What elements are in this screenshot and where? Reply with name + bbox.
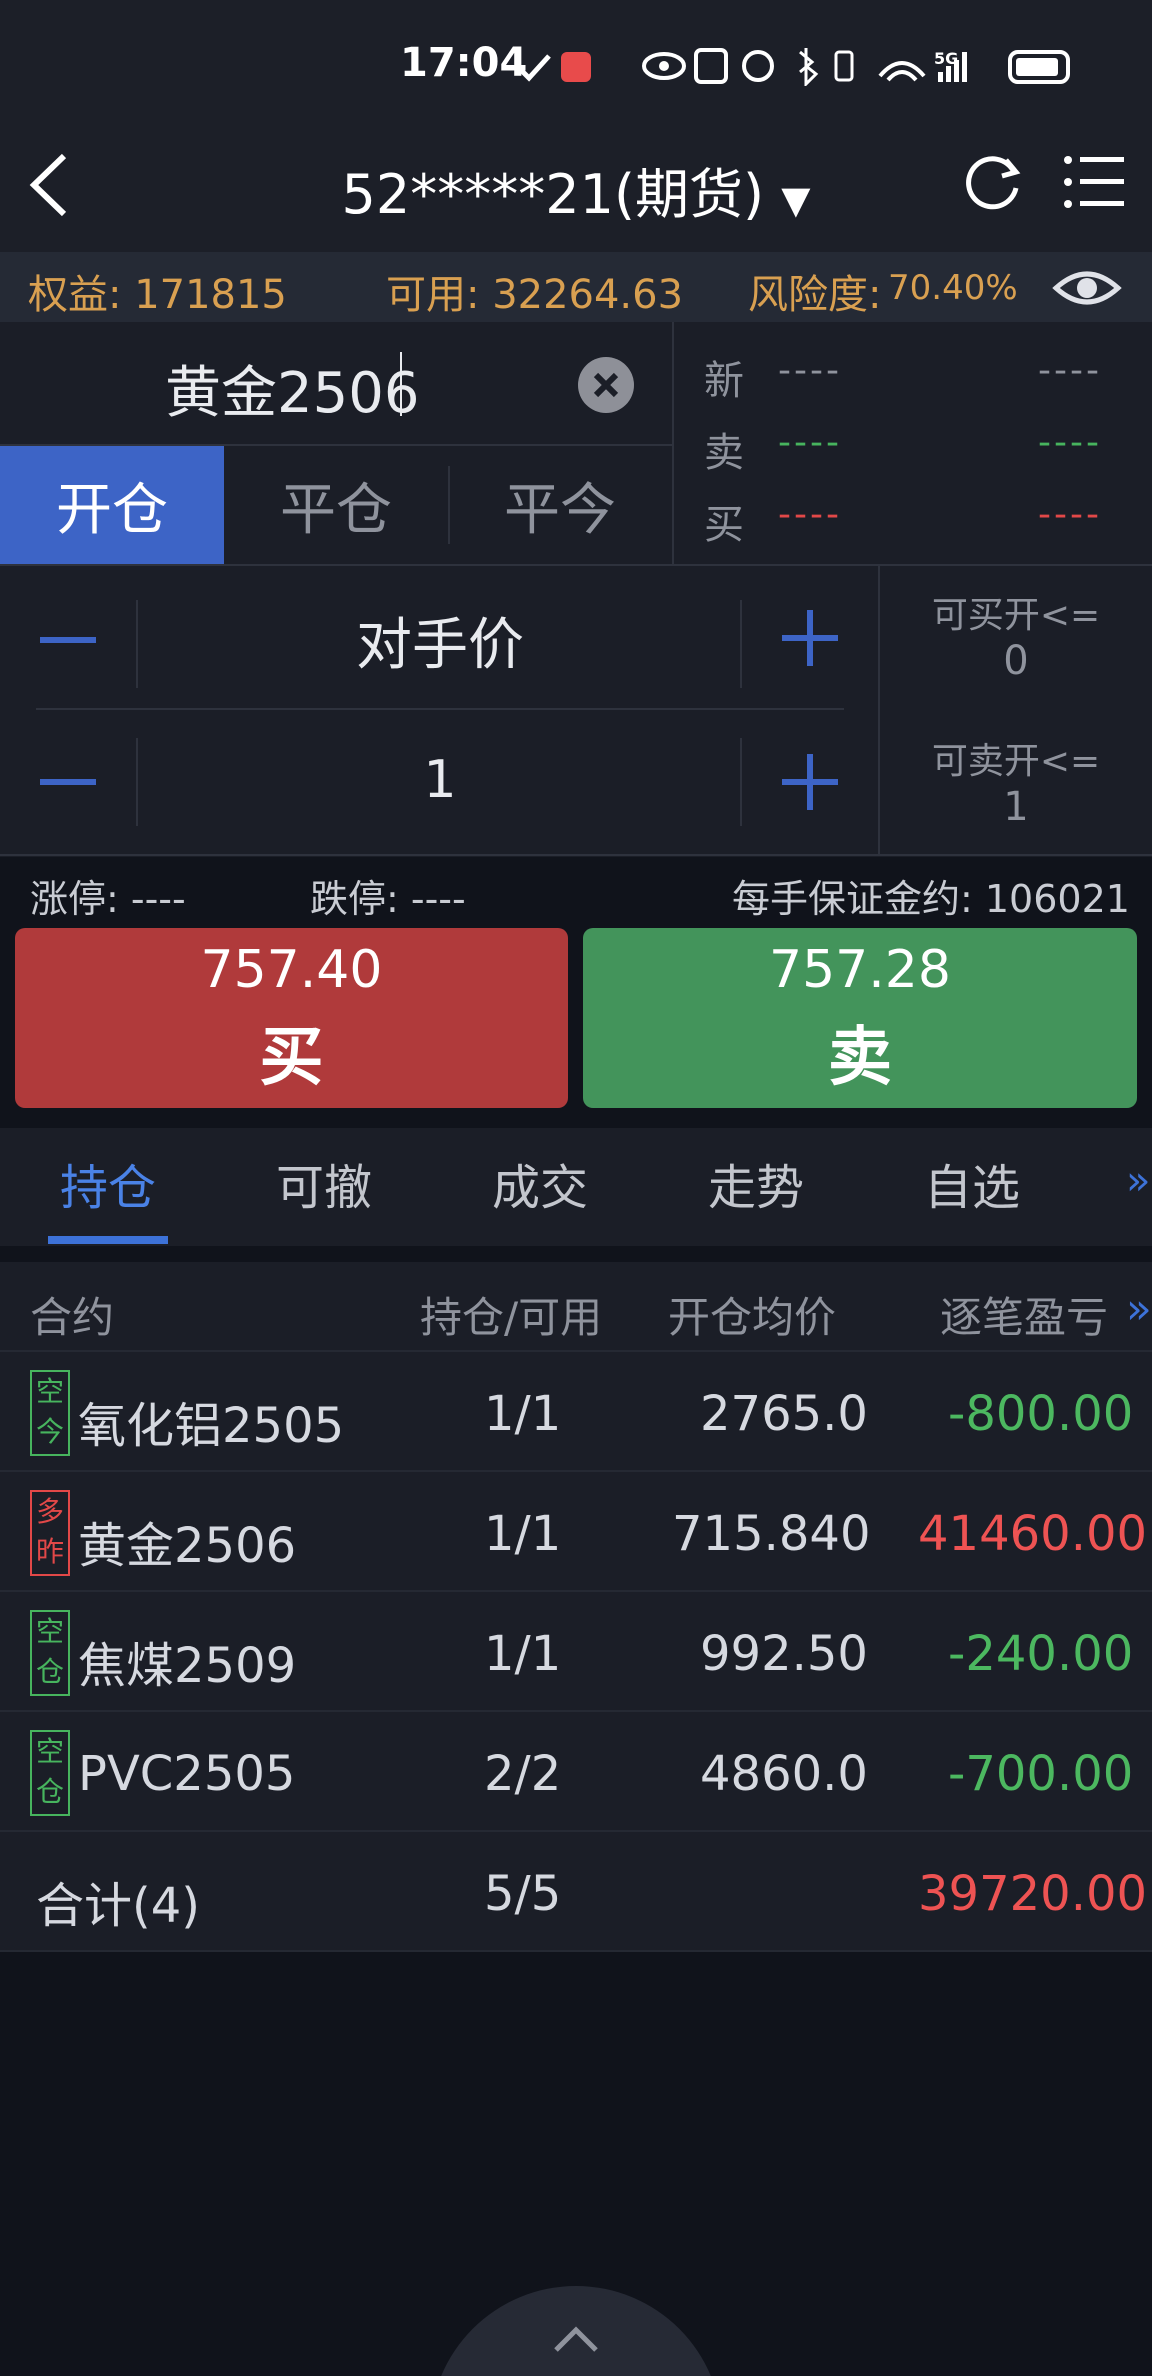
- contract-name: 焦煤2509: [78, 1638, 297, 1694]
- bid-label: 买: [704, 502, 744, 548]
- equity-text: 权益: 171815: [28, 272, 287, 318]
- avg-price: 992.50: [700, 1626, 868, 1682]
- bid-volume-value: ----: [1038, 494, 1102, 535]
- header-position: 持仓/可用: [420, 1293, 603, 1342]
- active-tab-indicator: [48, 1236, 168, 1244]
- latest-price-label: 新: [704, 358, 744, 404]
- quantity-input[interactable]: 1: [140, 750, 740, 810]
- tab-positions[interactable]: 持仓: [60, 1148, 156, 1218]
- eye-icon[interactable]: [1052, 264, 1122, 312]
- header-contract: 合约: [30, 1293, 115, 1342]
- table-row[interactable]: 空仓 PVC2505 2/2 4860.0 -700.00: [0, 1712, 1152, 1832]
- divider: [672, 322, 674, 564]
- text-cursor: [400, 352, 402, 416]
- position-qty: 1/1: [484, 1386, 562, 1442]
- quantity-increase-button[interactable]: [780, 752, 840, 812]
- expand-panel-button[interactable]: [430, 2286, 722, 2376]
- position-tag: 空今: [30, 1370, 70, 1456]
- position-qty: 2/2: [484, 1746, 562, 1802]
- tab-trend[interactable]: 走势: [708, 1148, 804, 1218]
- total-position: 5/5: [484, 1866, 562, 1922]
- margin-text: 每手保证金约: 106021: [732, 877, 1130, 921]
- divider: [740, 600, 742, 688]
- pnl-value: -700.00: [948, 1746, 1134, 1802]
- system-status-icons: 5G: [642, 48, 1070, 86]
- avg-price: 2765.0: [700, 1386, 868, 1442]
- position-qty: 1/1: [484, 1506, 562, 1562]
- can-sell-label: 可卖开<=: [931, 741, 1101, 782]
- avg-price: 715.840: [672, 1506, 871, 1562]
- total-label: 合计(4): [36, 1878, 200, 1934]
- buy-price: 757.40: [200, 940, 383, 1000]
- total-pnl: 39720.00: [918, 1866, 1148, 1922]
- table-row[interactable]: 空仓 焦煤2509 1/1 992.50 -240.00: [0, 1592, 1152, 1712]
- available-text: 可用: 32264.63: [386, 272, 684, 318]
- price-decrease-button[interactable]: [38, 610, 98, 670]
- limit-down-text: 跌停: ----: [310, 877, 466, 921]
- tab-close-position[interactable]: 平仓: [224, 446, 448, 564]
- risk-label: 风险度:: [748, 272, 882, 318]
- divider: [0, 854, 1152, 856]
- tabs-scroll-icon[interactable]: »: [1126, 1158, 1150, 1204]
- more-columns-icon[interactable]: »: [1126, 1284, 1152, 1333]
- price-mode-selector[interactable]: 对手价: [140, 600, 740, 681]
- can-sell-value: 1: [1003, 784, 1029, 830]
- contract-name: 氧化铝2505: [78, 1398, 345, 1454]
- symbol-input-value: 黄金2506: [165, 361, 420, 426]
- contract-name: 黄金2506: [78, 1518, 297, 1574]
- tab-watchlist[interactable]: 自选: [924, 1148, 1020, 1218]
- buy-button[interactable]: 757.40 买: [15, 928, 568, 1108]
- pnl-value: -800.00: [948, 1386, 1134, 1442]
- refresh-icon[interactable]: [962, 152, 1024, 214]
- divider: [36, 708, 844, 710]
- position-tag: 多昨: [30, 1490, 70, 1576]
- table-header: 合约 持仓/可用 开仓均价 逐笔盈亏 »: [0, 1262, 1152, 1352]
- tab-cancellable[interactable]: 可撤: [276, 1148, 372, 1218]
- pnl-value: -240.00: [948, 1626, 1134, 1682]
- sell-price: 757.28: [769, 940, 951, 1000]
- chevron-down-icon: ▼: [781, 178, 811, 222]
- bid-price-value: ----: [778, 494, 842, 535]
- avg-price: 4860.0: [700, 1746, 868, 1802]
- status-time: 17:04: [400, 40, 528, 86]
- table-total-row: 合计(4) 5/5 39720.00: [0, 1832, 1152, 1952]
- divider: [740, 738, 742, 826]
- price-increase-button[interactable]: [780, 608, 840, 668]
- menu-icon[interactable]: [1062, 152, 1126, 212]
- contract-name: PVC2505: [78, 1746, 296, 1802]
- header-avg-price: 开仓均价: [668, 1293, 837, 1342]
- latest-price-value: ----: [778, 350, 842, 391]
- table-row[interactable]: 多昨 黄金2506 1/1 715.840 41460.00: [0, 1472, 1152, 1592]
- clear-icon[interactable]: [578, 357, 634, 413]
- status-app-icons: [517, 52, 591, 82]
- sell-button[interactable]: 757.28 卖: [583, 928, 1137, 1108]
- risk-value: 70.40%: [888, 268, 1018, 308]
- buy-label: 买: [259, 1021, 324, 1095]
- position-tag: 空仓: [30, 1730, 70, 1816]
- can-buy-label: 可买开<=: [931, 595, 1101, 636]
- ask-volume-value: ----: [1038, 422, 1102, 463]
- tab-open-position[interactable]: 开仓: [0, 446, 224, 564]
- table-row[interactable]: 空今 氧化铝2505 1/1 2765.0 -800.00: [0, 1352, 1152, 1472]
- sell-label: 卖: [828, 1021, 892, 1095]
- pnl-value: 41460.00: [918, 1506, 1148, 1562]
- position-tag: 空仓: [30, 1610, 70, 1696]
- account-number: 52*****21(期货): [341, 163, 765, 226]
- ask-price-value: ----: [778, 422, 842, 463]
- limit-up-text: 涨停: ----: [30, 877, 186, 921]
- tab-trades[interactable]: 成交: [492, 1148, 588, 1218]
- divider: [136, 600, 138, 688]
- expand-up-icon: [554, 2326, 598, 2352]
- divider: [136, 738, 138, 826]
- header-pnl: 逐笔盈亏: [940, 1293, 1109, 1342]
- ask-label: 卖: [704, 430, 744, 476]
- quantity-decrease-button[interactable]: [38, 752, 98, 812]
- can-buy-value: 0: [1003, 638, 1029, 684]
- position-qty: 1/1: [484, 1626, 562, 1682]
- latest-volume-value: ----: [1038, 350, 1102, 391]
- tab-close-today[interactable]: 平今: [448, 446, 672, 564]
